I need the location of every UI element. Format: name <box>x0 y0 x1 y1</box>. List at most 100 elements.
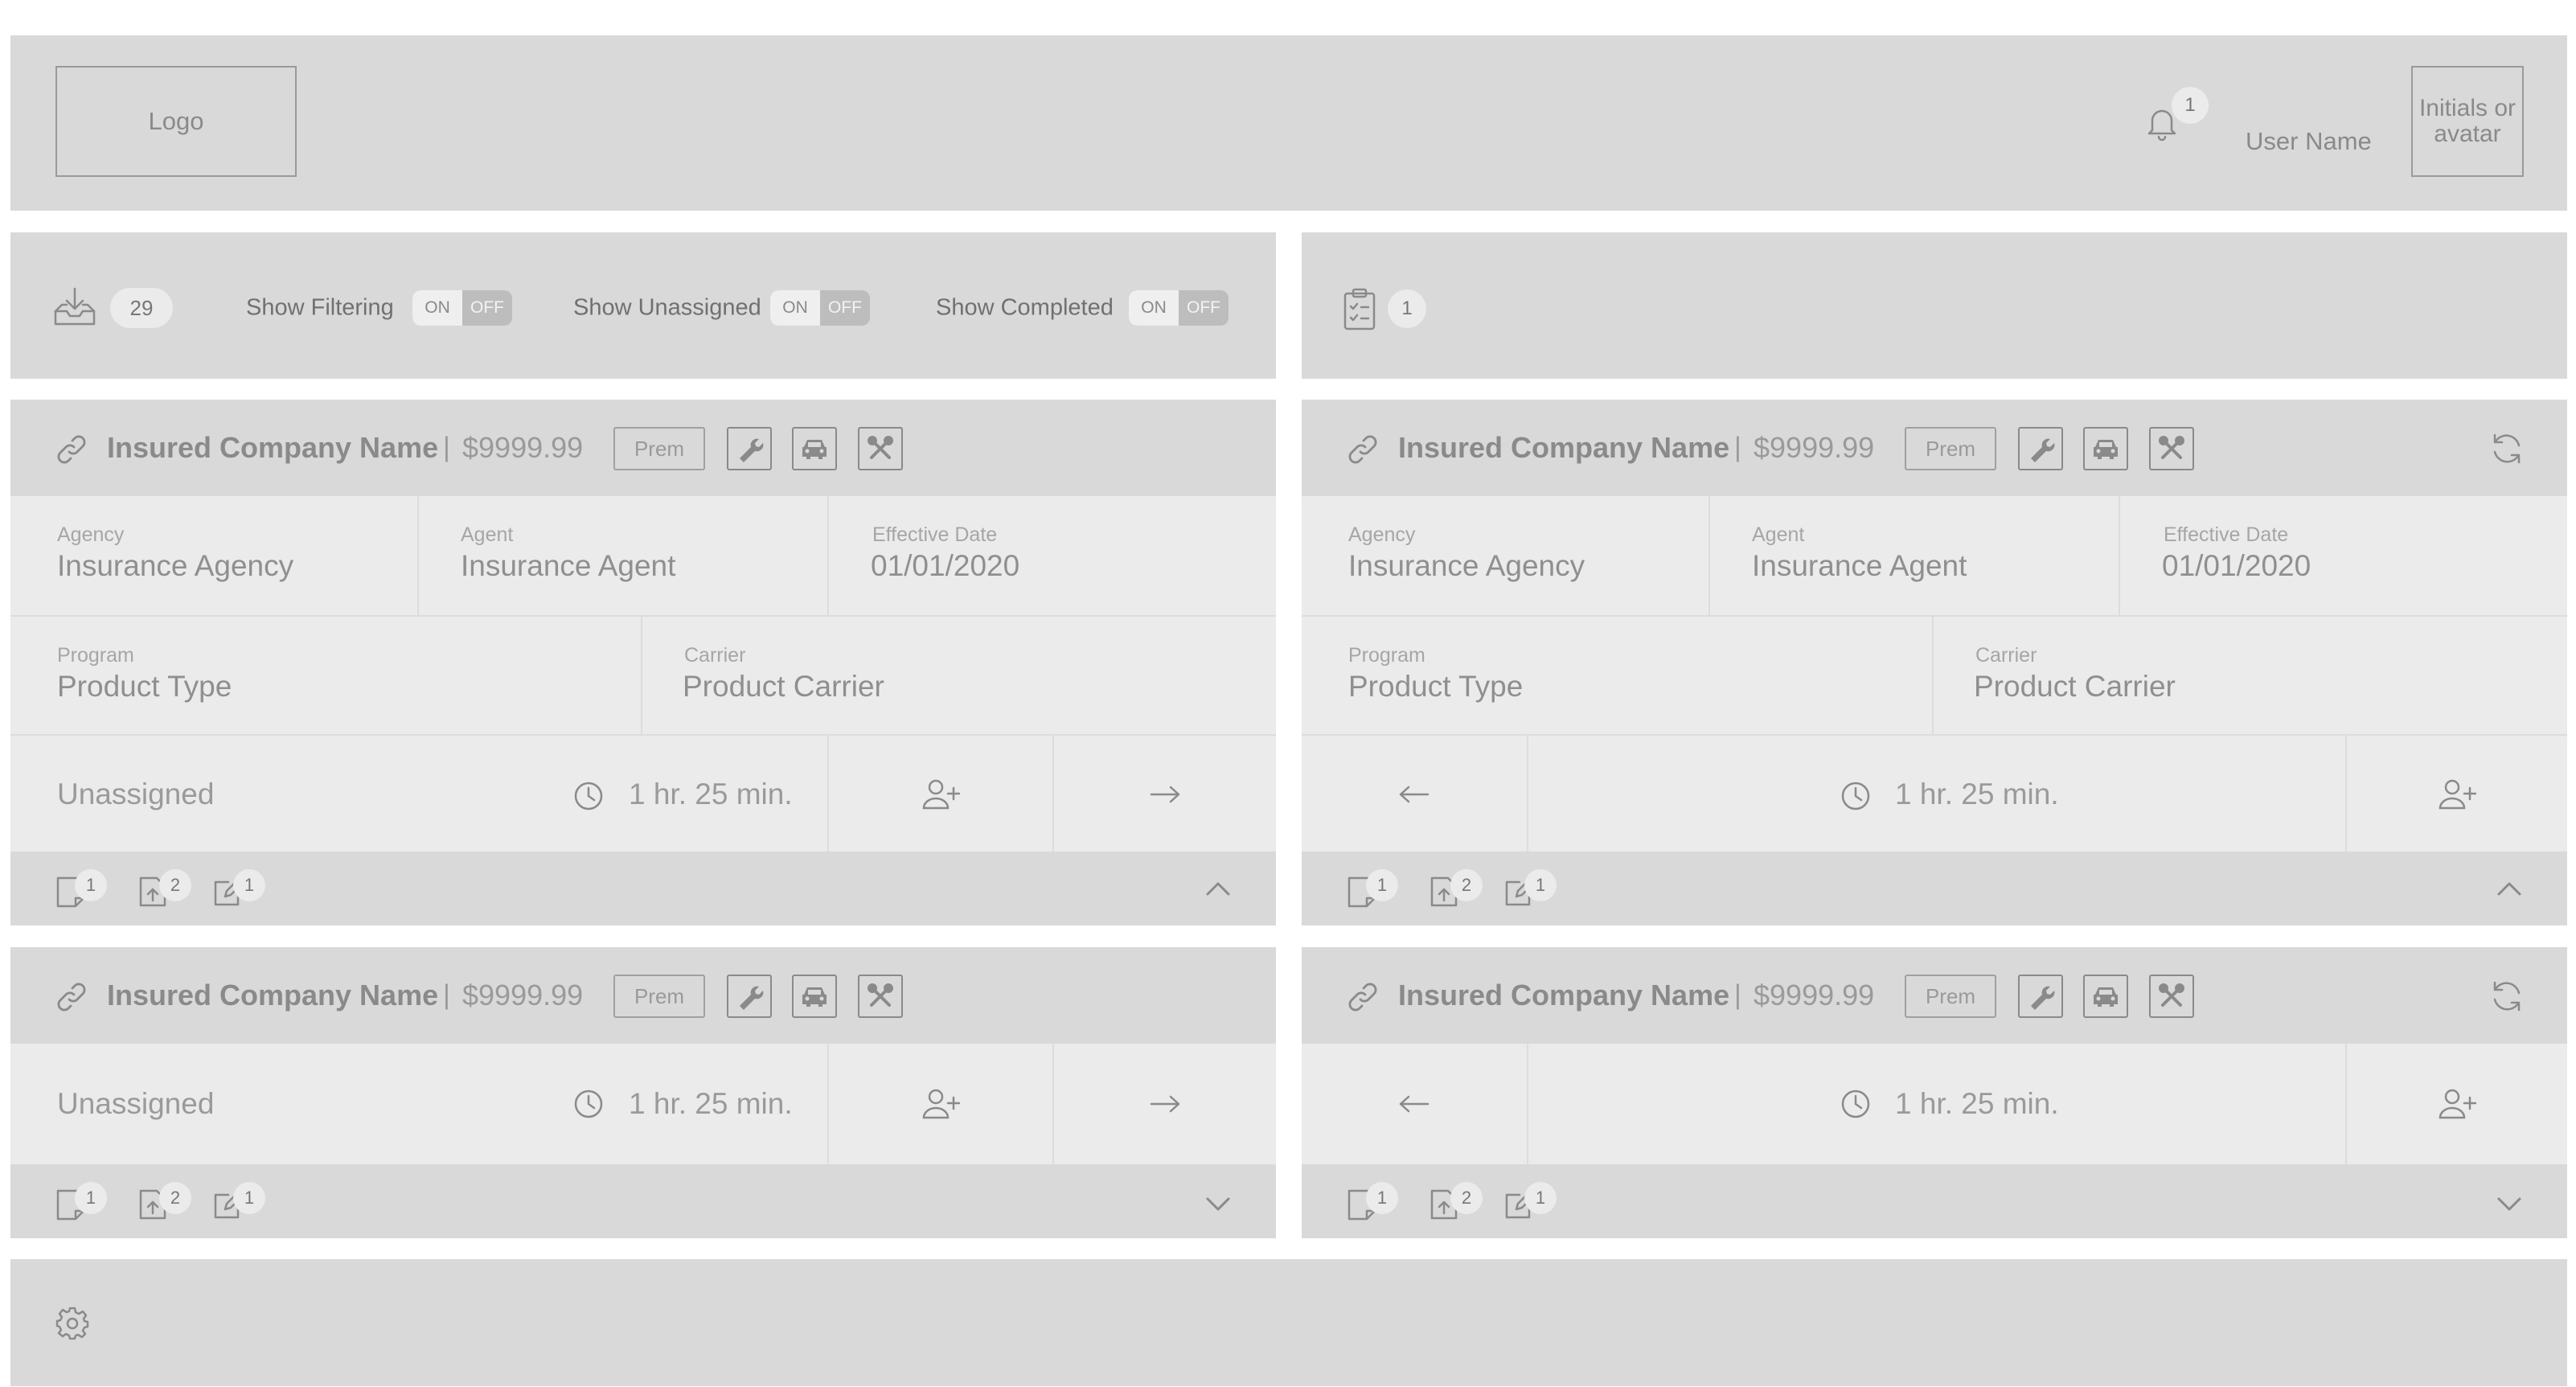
attachments-count-badge: 2 <box>1450 869 1483 901</box>
edit-button[interactable]: 1 <box>1503 1182 1557 1221</box>
assign-user-button[interactable] <box>827 1044 1052 1164</box>
auto-button[interactable] <box>2083 427 2128 470</box>
card-footer: 1 2 1 <box>1302 851 2567 925</box>
wrench-button[interactable] <box>727 427 772 470</box>
toggle-off: OFF <box>828 298 862 317</box>
product-row: Program Product Type Carrier Product Car… <box>1302 615 2567 734</box>
card-header: Insured Company Name | $9999.99 Prem <box>10 947 1276 1044</box>
avatar[interactable]: Initials or avatar <box>2411 66 2524 177</box>
elapsed-time: 1 hr. 25 min. <box>629 778 793 810</box>
link-button[interactable] <box>55 981 88 1013</box>
previous-button[interactable] <box>1302 1044 1527 1164</box>
company-name[interactable]: Insured Company Name <box>107 431 438 465</box>
wrench-icon <box>2031 438 2055 462</box>
next-button[interactable] <box>1052 736 1276 853</box>
edit-button[interactable]: 1 <box>212 1182 265 1221</box>
prem-button[interactable]: Prem <box>1905 975 1996 1018</box>
wrench-button[interactable] <box>2018 975 2063 1018</box>
effective-date-label: Effective Date <box>872 523 998 546</box>
clock-icon <box>574 782 603 810</box>
logo[interactable]: Logo <box>55 66 297 177</box>
settings-button[interactable] <box>55 1306 89 1340</box>
auto-button[interactable] <box>2083 975 2128 1018</box>
refresh-button[interactable] <box>2490 432 2524 466</box>
assign-user-button[interactable] <box>827 736 1052 853</box>
agency-label: Agency <box>57 523 125 546</box>
refresh-button[interactable] <box>2490 979 2524 1013</box>
attachments-button[interactable]: 2 <box>138 869 191 908</box>
notes-button[interactable]: 1 <box>1347 869 1398 908</box>
edit-button[interactable]: 1 <box>212 869 265 908</box>
separator: | <box>1734 979 1741 1011</box>
next-button[interactable] <box>1052 1044 1276 1164</box>
show-filtering-toggle[interactable]: ON OFF <box>412 290 512 326</box>
notes-button[interactable]: 1 <box>1347 1182 1398 1221</box>
car-icon <box>802 987 827 1007</box>
wrench-button[interactable] <box>727 975 772 1018</box>
attachments-button[interactable]: 2 <box>1430 869 1483 908</box>
edits-count-badge: 1 <box>1524 1182 1557 1214</box>
collapse-button[interactable] <box>2496 880 2522 897</box>
previous-button[interactable] <box>1302 736 1527 853</box>
arrow-right-icon <box>1150 786 1180 803</box>
expand-button[interactable] <box>2496 1196 2522 1213</box>
tools-button[interactable] <box>858 427 903 470</box>
tools-icon <box>2159 983 2184 1007</box>
assign-user-button[interactable] <box>2345 736 2567 853</box>
wrench-button[interactable] <box>2018 427 2063 470</box>
show-unassigned-toggle[interactable]: ON OFF <box>770 290 870 326</box>
link-button[interactable] <box>55 433 88 466</box>
effective-date-value: 01/01/2020 <box>871 549 1020 582</box>
premium-amount: $9999.99 <box>1754 979 1875 1012</box>
auto-button[interactable] <box>792 427 837 470</box>
carrier-cell: Carrier Product Carrier <box>1932 617 2567 734</box>
edits-count-badge: 1 <box>233 1182 265 1214</box>
tools-button[interactable] <box>2149 427 2194 470</box>
premium-amount: $9999.99 <box>462 431 584 464</box>
policy-card: Insured Company Name | $9999.99 Prem Age… <box>10 400 1276 925</box>
action-row: Unassigned 1 hr. 25 min. <box>10 1044 1276 1164</box>
tasks-button[interactable] <box>1342 287 1377 330</box>
tools-button[interactable] <box>858 975 903 1018</box>
clock-icon <box>574 1089 603 1118</box>
timer <box>573 781 604 811</box>
link-icon <box>57 435 86 464</box>
attachments-count-badge: 2 <box>159 1182 191 1214</box>
tools-button[interactable] <box>2149 975 2194 1018</box>
assignment-cell: Unassigned 1 hr. 25 min. <box>10 1044 827 1164</box>
prem-button[interactable]: Prem <box>613 975 705 1018</box>
notes-button[interactable]: 1 <box>55 869 107 908</box>
agency-value: Insurance Agency <box>1348 549 1585 582</box>
premium-amount: $9999.99 <box>1754 431 1875 464</box>
timer <box>1840 781 1871 811</box>
attachments-button[interactable]: 2 <box>1430 1182 1483 1221</box>
company-name[interactable]: Insured Company Name <box>107 979 438 1012</box>
car-icon <box>2094 987 2118 1007</box>
edit-button[interactable]: 1 <box>1503 869 1557 908</box>
wrench-icon <box>740 438 764 462</box>
assignment-cell: Unassigned 1 hr. 25 min. <box>10 736 827 853</box>
collapse-button[interactable] <box>1205 880 1231 897</box>
expand-button[interactable] <box>1205 1196 1231 1213</box>
notes-button[interactable]: 1 <box>55 1182 107 1221</box>
company-name[interactable]: Insured Company Name <box>1398 979 1729 1012</box>
refresh-icon <box>2493 433 2521 464</box>
link-button[interactable] <box>1347 981 1379 1013</box>
arrow-left-icon <box>1399 1095 1430 1113</box>
effective-date-value: 01/01/2020 <box>2162 549 2311 582</box>
assign-user-button[interactable] <box>2345 1044 2567 1164</box>
company-name[interactable]: Insured Company Name <box>1398 431 1729 465</box>
auto-button[interactable] <box>792 975 837 1018</box>
link-button[interactable] <box>1347 433 1379 466</box>
inbox-button[interactable] <box>52 285 97 327</box>
card-footer: 1 2 1 <box>10 1164 1276 1238</box>
prem-button[interactable]: Prem <box>1905 427 1996 470</box>
attachments-button[interactable]: 2 <box>138 1182 191 1221</box>
user-name[interactable]: User Name <box>2246 127 2372 156</box>
add-user-icon <box>2439 1089 2476 1119</box>
show-completed-label: Show Completed <box>936 294 1114 321</box>
task-count-badge: 1 <box>1388 289 1426 328</box>
arrow-left-icon <box>1399 786 1430 803</box>
prem-button[interactable]: Prem <box>613 427 705 470</box>
show-completed-toggle[interactable]: ON OFF <box>1129 290 1229 326</box>
